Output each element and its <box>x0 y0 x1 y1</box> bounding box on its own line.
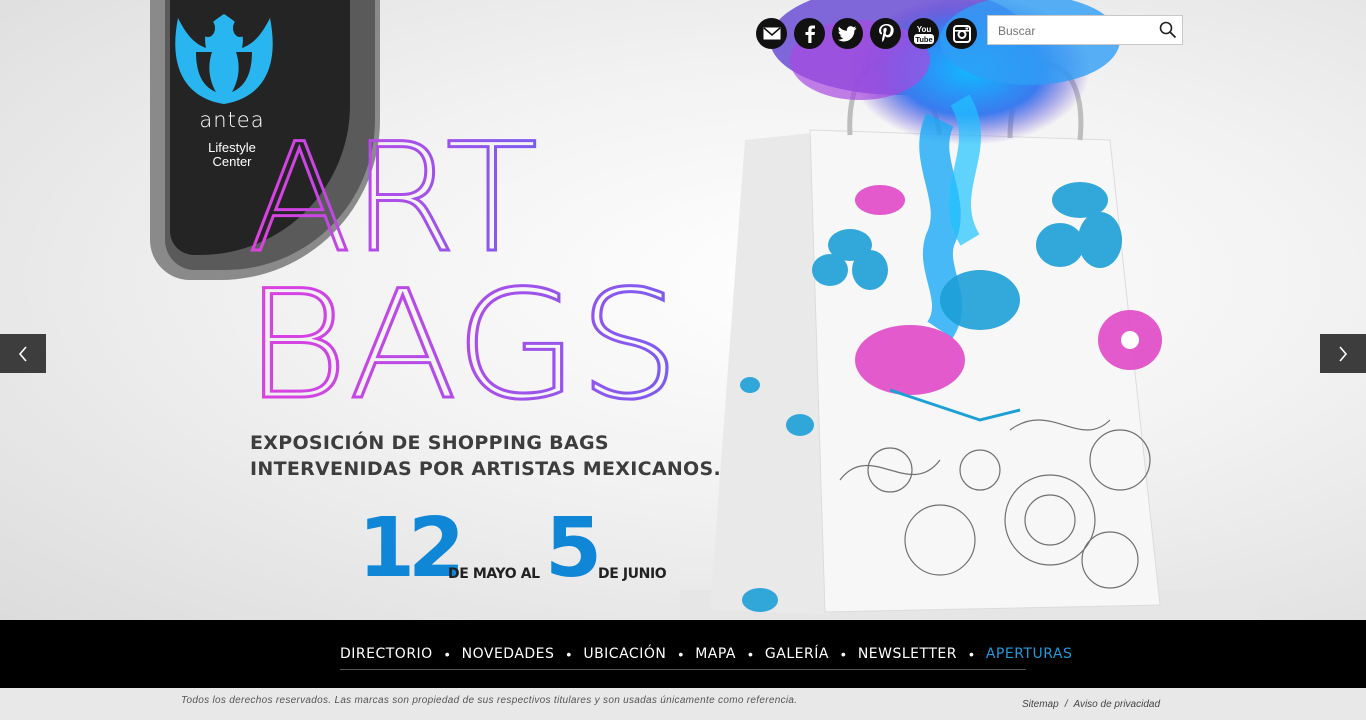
facebook-icon[interactable] <box>794 18 825 49</box>
nav-item-directorio[interactable]: DIRECTORIO <box>340 646 433 662</box>
nav-underline <box>340 669 1026 670</box>
shopping-bag-illustration <box>680 0 1260 620</box>
nav-separator: • <box>678 646 684 662</box>
nav-separator: • <box>748 646 753 662</box>
nav-separator: • <box>566 646 572 662</box>
carousel-next-button[interactable] <box>1320 334 1366 373</box>
chevron-left-icon <box>18 345 27 362</box>
instagram-icon[interactable] <box>946 18 977 49</box>
main-nav-bar: DIRECTORIO • NOVEDADES • UBICACIÓN • MAP… <box>0 620 1366 688</box>
footer: Todos los derechos reservados. Las marca… <box>0 688 1366 720</box>
pinterest-icon[interactable] <box>870 18 901 49</box>
nav-item-mapa[interactable]: MAPA <box>695 646 736 662</box>
date-start-text: DE MAYO AL <box>448 566 540 582</box>
search-box <box>987 15 1183 45</box>
search-icon[interactable] <box>1159 21 1177 39</box>
nav-separator: • <box>968 646 974 662</box>
nav-item-aperturas[interactable]: APERTURAS <box>986 646 1073 662</box>
chevron-right-icon <box>1339 345 1348 362</box>
antea-logo-icon[interactable] <box>166 8 282 106</box>
nav-item-galeria[interactable]: GALERÍA <box>765 646 829 662</box>
carousel-prev-button[interactable] <box>0 334 46 373</box>
main-nav: DIRECTORIO • NOVEDADES • UBICACIÓN • MAP… <box>340 646 1072 662</box>
social-links: You Tube <box>756 18 977 49</box>
nav-separator: • <box>444 646 450 662</box>
footer-links: Sitemap / Aviso de privacidad <box>1022 699 1160 710</box>
hero-description: EXPOSICIÓN DE SHOPPING BAGS INTERVENIDAS… <box>250 430 721 482</box>
date-end-text: DE JUNIO <box>598 566 667 582</box>
hero-title-line2: BAGS <box>244 259 680 405</box>
nav-item-newsletter[interactable]: NEWSLETTER <box>858 646 957 662</box>
date-start-day: 12 <box>358 501 465 596</box>
youtube-label-top: You <box>916 25 931 34</box>
hero-title: ART BAGS <box>243 125 682 405</box>
hero-description-line1: EXPOSICIÓN DE SHOPPING BAGS <box>250 432 609 454</box>
hero-description-line2: INTERVENIDAS POR ARTISTAS MEXICANOS. <box>250 458 721 480</box>
nav-item-ubicacion[interactable]: UBICACIÓN <box>583 646 666 662</box>
nav-item-novedades[interactable]: NOVEDADES <box>462 646 555 662</box>
footer-link-separator: / <box>1064 699 1068 710</box>
sitemap-link[interactable]: Sitemap <box>1022 699 1059 710</box>
date-end-day: 5 <box>545 501 602 596</box>
hero-banner: antea Lifestyle Center ART BAGS EXPOSICI… <box>0 0 1366 620</box>
nav-separator: • <box>840 646 846 662</box>
twitter-icon[interactable] <box>832 18 863 49</box>
youtube-label-bottom: Tube <box>915 35 932 44</box>
search-input[interactable] <box>996 20 1150 42</box>
privacy-link[interactable]: Aviso de privacidad <box>1073 699 1160 710</box>
copyright-text: Todos los derechos reservados. Las marca… <box>181 695 798 706</box>
youtube-icon[interactable]: You Tube <box>908 18 939 49</box>
email-icon[interactable] <box>756 18 787 49</box>
